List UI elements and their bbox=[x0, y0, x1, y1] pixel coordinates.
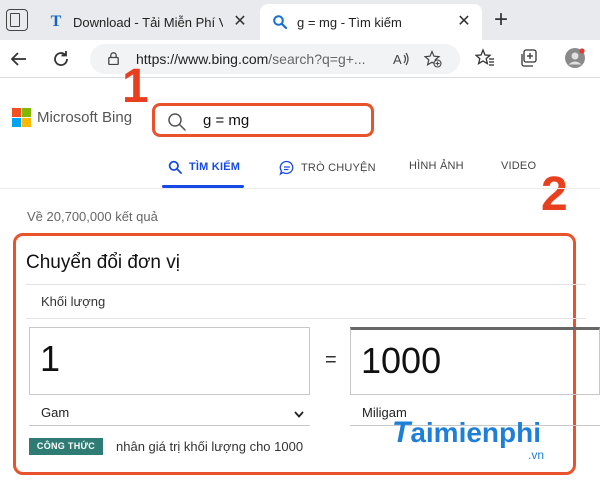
from-unit-select[interactable]: Gam bbox=[29, 398, 310, 426]
chat-icon bbox=[279, 160, 294, 176]
microsoft-logo-icon bbox=[12, 108, 31, 127]
to-value[interactable]: 1000 bbox=[361, 340, 441, 382]
scope-images[interactable]: HÌNH ẢNH bbox=[409, 160, 464, 172]
search-icon bbox=[272, 14, 288, 30]
refresh-icon[interactable] bbox=[50, 48, 72, 70]
divider bbox=[26, 284, 586, 285]
profile-avatar-icon[interactable] bbox=[565, 48, 585, 68]
chevron-down-icon bbox=[294, 406, 304, 418]
from-value-input[interactable]: 1 bbox=[29, 327, 310, 395]
search-icon bbox=[168, 160, 182, 174]
tab-download[interactable]: T Download - Tải Miễn Phí VN - ✕ bbox=[36, 4, 258, 40]
tab-title: Download - Tải Miễn Phí VN - bbox=[73, 14, 223, 30]
tab-title: g = mg - Tìm kiếm bbox=[297, 14, 402, 30]
scope-label: VIDEO bbox=[501, 160, 537, 172]
scope-chat[interactable]: TRÒ CHUYỆN bbox=[279, 160, 376, 176]
new-tab-icon[interactable]: + bbox=[490, 8, 512, 32]
watermark-t: T bbox=[392, 416, 411, 449]
lock-icon[interactable] bbox=[108, 52, 119, 66]
annotation-number-1: 1 bbox=[122, 60, 149, 113]
formula-text: nhân giá trị khối lượng cho 1000 bbox=[116, 439, 304, 454]
close-icon[interactable]: ✕ bbox=[456, 14, 472, 30]
tab-strip: T Download - Tải Miễn Phí VN - ✕ g = mg … bbox=[0, 0, 600, 40]
read-aloud-icon[interactable]: A bbox=[392, 50, 410, 68]
formula-badge: CÔNG THỨC bbox=[29, 438, 103, 455]
scope-label: HÌNH ẢNH bbox=[409, 160, 464, 172]
back-icon[interactable] bbox=[8, 48, 30, 70]
result-count: Về 20,700,000 kết quả bbox=[27, 209, 158, 224]
watermark-logo: Taimienphi .vn bbox=[392, 416, 544, 463]
watermark-domain: .vn bbox=[528, 448, 545, 462]
search-scopes: TÌM KIẾM TRÒ CHUYỆN HÌNH ẢNH VIDEO bbox=[0, 152, 600, 188]
svg-text:A: A bbox=[393, 52, 402, 67]
address-bar-row: https://www.bing.com/search?q=g+... A bbox=[0, 40, 600, 78]
scope-label: TRÒ CHUYỆN bbox=[301, 162, 376, 174]
search-box[interactable]: g = mg bbox=[152, 103, 374, 137]
equals-sign: = bbox=[325, 349, 337, 371]
to-value-input[interactable]: 1000 bbox=[350, 327, 600, 395]
divider bbox=[26, 318, 586, 319]
bing-logo[interactable]: Microsoft Bing bbox=[12, 108, 132, 127]
converter-title: Chuyển đổi đơn vị bbox=[26, 252, 180, 273]
tab-bing-search[interactable]: g = mg - Tìm kiếm ✕ bbox=[260, 4, 482, 40]
watermark-text: aimienphi bbox=[410, 417, 542, 448]
scope-search[interactable]: TÌM KIẾM bbox=[168, 160, 240, 174]
close-icon[interactable]: ✕ bbox=[232, 14, 248, 30]
url-text[interactable]: https://www.bing.com/search?q=g+... bbox=[136, 51, 366, 67]
tab-actions-icon[interactable] bbox=[6, 9, 28, 31]
search-icon[interactable] bbox=[167, 112, 187, 137]
quantity-selector[interactable]: Khối lượng bbox=[41, 294, 105, 309]
taimienphi-favicon-icon: T bbox=[50, 13, 62, 30]
collections-icon[interactable] bbox=[519, 48, 539, 68]
browser-window: T Download - Tải Miễn Phí VN - ✕ g = mg … bbox=[0, 0, 600, 496]
add-favorite-icon[interactable] bbox=[423, 49, 442, 68]
scope-video[interactable]: VIDEO bbox=[501, 160, 536, 172]
from-value[interactable]: 1 bbox=[40, 338, 60, 380]
from-unit-value: Gam bbox=[41, 405, 70, 420]
scope-label: TÌM KIẾM bbox=[189, 161, 241, 173]
bing-brand-text: Microsoft Bing bbox=[37, 109, 133, 126]
favorites-icon[interactable] bbox=[474, 48, 495, 68]
divider bbox=[0, 188, 600, 189]
search-query[interactable]: g = mg bbox=[203, 112, 249, 129]
